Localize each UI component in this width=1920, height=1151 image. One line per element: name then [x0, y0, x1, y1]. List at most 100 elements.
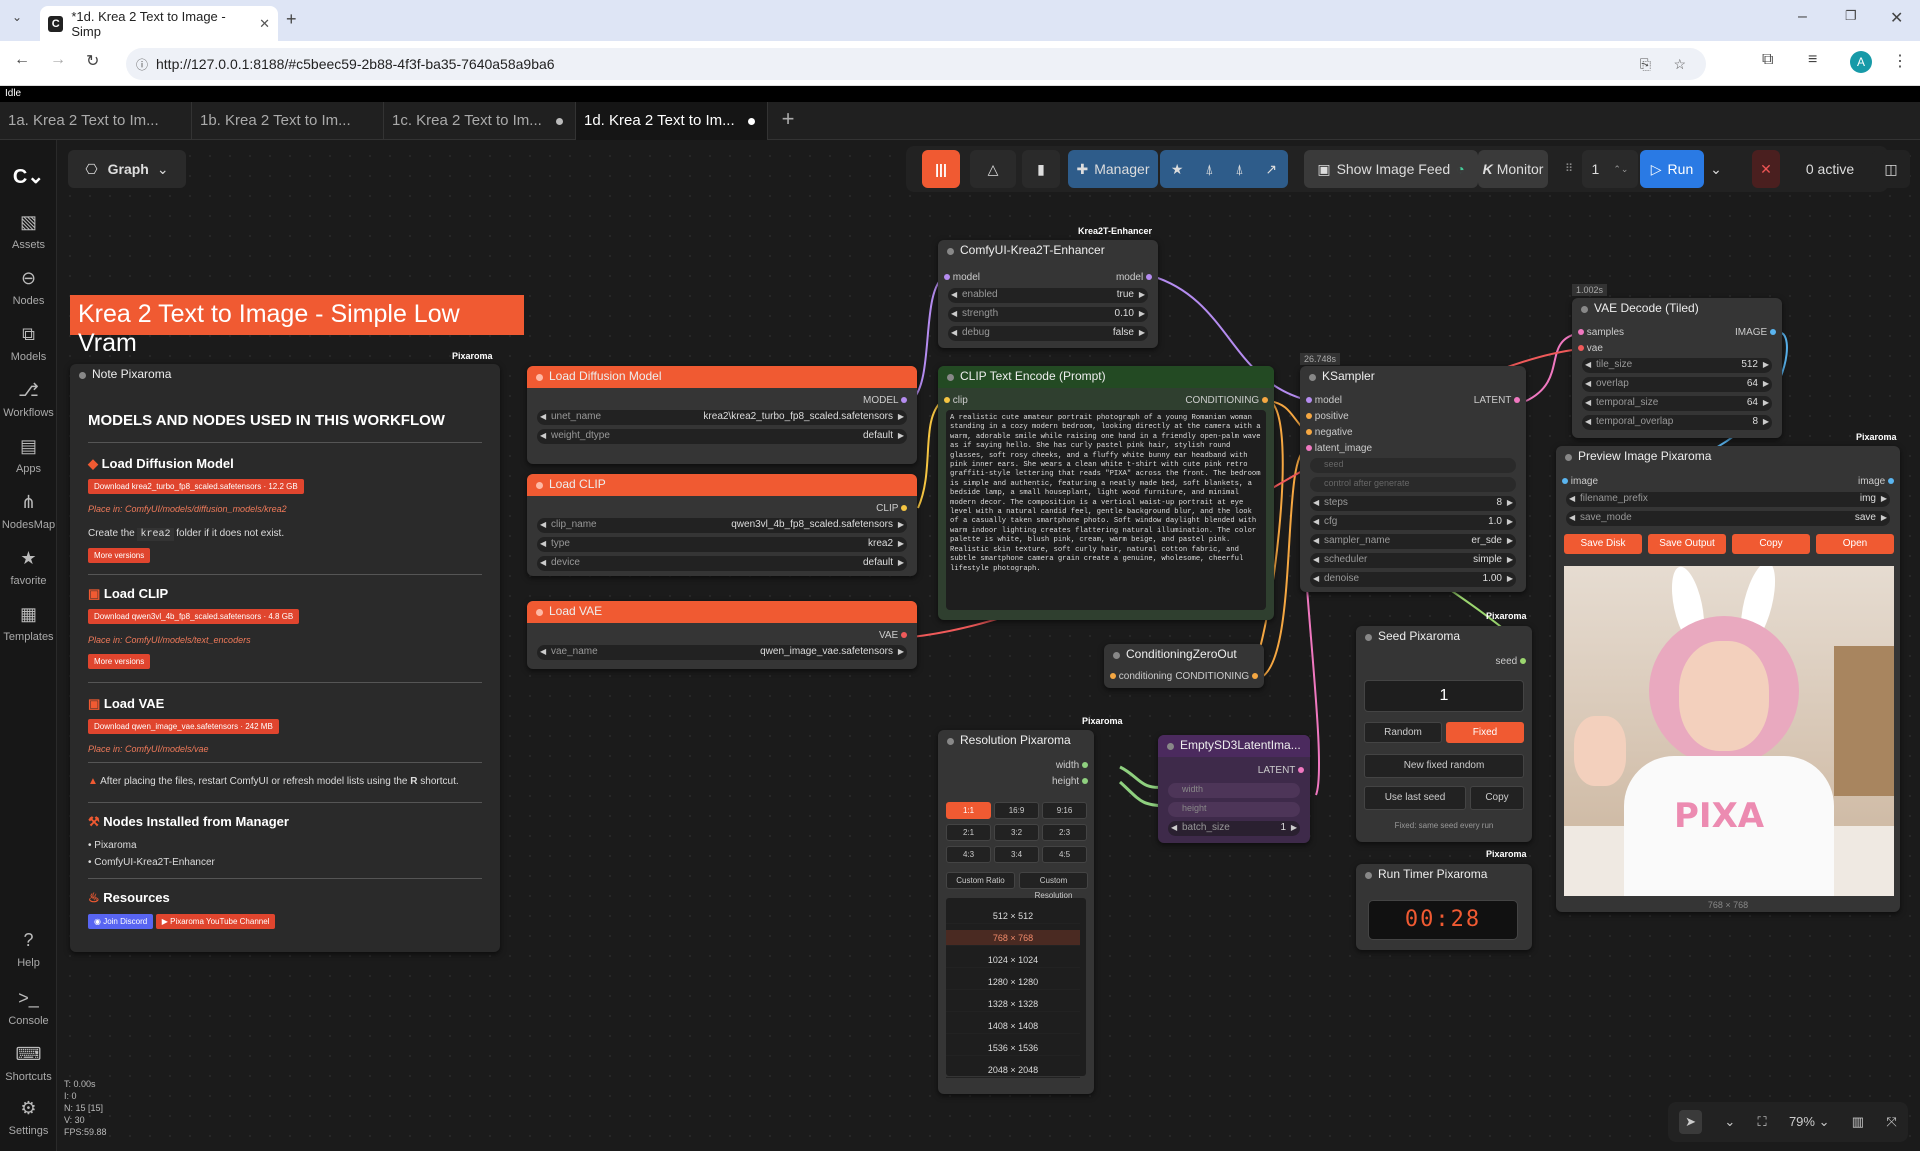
sidebar-help[interactable]: ? Help — [0, 930, 57, 969]
clip-name-widget[interactable]: clip_name qwen3vl_4b_fp8_scaled.safetenso… — [537, 518, 907, 533]
star-icon[interactable]: ★ — [1171, 161, 1184, 178]
sidebar-models[interactable]: ⧉ Models — [0, 324, 57, 363]
reload-icon[interactable]: ↻ — [86, 51, 99, 71]
manager-button[interactable]: ✚ Manager — [1068, 150, 1158, 188]
overlap-widget[interactable]: overlap 64 — [1582, 377, 1772, 392]
ratio-button-active[interactable]: 1:1 — [946, 802, 991, 819]
minimize-icon[interactable]: – — [1798, 8, 1807, 26]
run-options-button[interactable]: ⌄ — [1706, 150, 1726, 188]
resolution-option[interactable]: 1328 × 1328 — [946, 996, 1080, 1012]
media-icon[interactable]: ≡ — [1808, 51, 1817, 69]
denoise-widget[interactable]: denoise 1.00 — [1310, 572, 1516, 587]
ratio-button[interactable]: 2:3 — [1042, 824, 1087, 841]
resolution-node[interactable]: Resolution Pixaroma width height 1:1 16:… — [938, 730, 1094, 1094]
input-port[interactable] — [1578, 345, 1584, 352]
output-port[interactable] — [901, 397, 907, 404]
graph-mode-button[interactable]: ⎔ Graph ⌄ — [68, 150, 186, 188]
new-tab-icon[interactable]: + — [286, 9, 297, 30]
monitor-button[interactable]: K Monitor — [1478, 150, 1548, 188]
output-port[interactable] — [1146, 274, 1152, 281]
new-workflow-icon[interactable]: + — [768, 102, 808, 139]
preview-image-node[interactable]: Preview Image Pixaroma image image filen… — [1556, 446, 1900, 912]
queue-count-input[interactable]: 1 ⌃⌄ — [1582, 150, 1638, 188]
type-widget[interactable]: type krea2 — [537, 537, 907, 552]
device-widget[interactable]: device default — [537, 556, 907, 571]
sidebar-nodes[interactable]: ⊖ Nodes — [0, 268, 57, 307]
run-timer-node[interactable]: Run Timer Pixaroma 00:28 — [1356, 864, 1532, 950]
fixed-button[interactable]: Fixed — [1446, 722, 1524, 743]
browser-tab[interactable]: C *1d. Krea 2 Text to Image - Simp ✕ — [40, 6, 278, 41]
sidebar-assets[interactable]: ▧ Assets — [0, 212, 57, 251]
close-tab-icon[interactable]: ✕ — [259, 16, 270, 32]
more-versions-button[interactable]: More versions — [88, 654, 151, 669]
site-info-icon[interactable]: ⓘ — [136, 56, 148, 73]
unet-name-widget[interactable]: unet_name krea2\krea2_turbo_fp8_scaled.sa… — [537, 410, 907, 425]
show-image-feed-button[interactable]: ▣ Show Image Feed ◔ — [1304, 150, 1478, 188]
ratio-button[interactable]: 4:5 — [1042, 846, 1087, 863]
custom-resolution-button[interactable]: Custom Resolution — [1019, 872, 1088, 900]
empty-sd3-latent-node[interactable]: EmptySD3LatentIma... LATENT width height… — [1158, 735, 1310, 843]
cancel-button[interactable]: ✕ — [1752, 150, 1780, 188]
scheduler-widget[interactable]: scheduler simple — [1310, 553, 1516, 568]
ratio-button[interactable]: 3:2 — [994, 824, 1039, 841]
helmet-alt-icon[interactable]: ⍋ — [1235, 161, 1243, 178]
input-port[interactable] — [944, 274, 950, 281]
close-window-icon[interactable]: ✕ — [1890, 8, 1903, 28]
load-clip-node[interactable]: Load CLIP CLIP clip_name qwen3vl_4b_fp8_s… — [527, 474, 917, 576]
output-port[interactable] — [1888, 478, 1894, 485]
select-tool-icon[interactable]: ➤ — [1679, 1110, 1703, 1134]
copy-seed-button[interactable]: Copy — [1470, 786, 1524, 810]
tab-search-icon[interactable]: ⌄ — [12, 10, 22, 24]
ksampler-node[interactable]: KSampler LATENT model positive negative … — [1300, 366, 1526, 592]
bookmark-star-icon[interactable]: ☆ — [1673, 56, 1686, 73]
output-port[interactable] — [1770, 329, 1776, 336]
drag-handle-icon[interactable]: ⠿ — [1565, 162, 1573, 175]
open-button[interactable]: Open — [1816, 534, 1894, 554]
save-mode-widget[interactable]: save_mode save — [1566, 511, 1890, 526]
resolution-option[interactable]: 1408 × 1408 — [946, 1018, 1080, 1034]
input-port[interactable] — [1578, 329, 1584, 336]
zoom-level[interactable]: 79% ⌄ — [1789, 1114, 1830, 1130]
output-port[interactable] — [1298, 767, 1304, 774]
output-port[interactable] — [1520, 658, 1526, 665]
input-port[interactable] — [944, 397, 950, 404]
forward-icon[interactable]: → — [50, 51, 66, 69]
seed-value-input[interactable]: 1 — [1364, 680, 1524, 712]
workflow-tab[interactable]: 1b. Krea 2 Text to Im... — [192, 102, 384, 140]
chevron-down-icon[interactable]: ⌄ — [1724, 1114, 1735, 1130]
input-port[interactable] — [1306, 445, 1312, 452]
ratio-button[interactable]: 3:4 — [994, 846, 1039, 863]
debug-toggle[interactable]: debug false — [948, 326, 1148, 341]
resolution-option[interactable]: 1024 × 1024 — [946, 952, 1080, 968]
resolution-option[interactable]: 512 × 512 — [946, 908, 1080, 924]
save-output-button[interactable]: Save Output — [1648, 534, 1726, 554]
bookmark-button[interactable]: ▮ — [1022, 150, 1060, 188]
input-port[interactable] — [1306, 413, 1312, 420]
random-button[interactable]: Random — [1364, 722, 1442, 743]
download-link[interactable]: Download qwen_image_vae.safetensors · 24… — [88, 719, 279, 734]
youtube-link[interactable]: ▶ Pixaroma YouTube Channel — [155, 914, 276, 929]
clip-text-encode-node[interactable]: CLIP Text Encode (Prompt) clip CONDITION… — [938, 366, 1274, 620]
input-port[interactable] — [1562, 478, 1568, 485]
workflow-tab[interactable]: 1c. Krea 2 Text to Im... — [384, 102, 576, 140]
comfy-logo-icon[interactable]: C⌄ — [0, 164, 57, 189]
download-link[interactable]: Download qwen3vl_4b_fp8_scaled.safetenso… — [88, 609, 300, 624]
extensions-icon[interactable]: ⧉ — [1762, 51, 1773, 69]
enabled-toggle[interactable]: enabled true — [948, 288, 1148, 303]
workflow-tab[interactable]: 1a. Krea 2 Text to Im... — [0, 102, 192, 140]
toggle-panel-button[interactable]: ◫ — [1872, 150, 1910, 188]
more-versions-button[interactable]: More versions — [88, 548, 151, 563]
save-disk-button[interactable]: Save Disk — [1564, 534, 1642, 554]
vae-name-widget[interactable]: vae_name qwen_image_vae.safetensors — [537, 645, 907, 660]
tile-size-widget[interactable]: tile_size 512 — [1582, 358, 1772, 373]
sampler-name-widget[interactable]: sampler_name er_sde — [1310, 534, 1516, 549]
output-port[interactable] — [901, 632, 907, 639]
helmet-icon[interactable]: ⍋ — [1205, 161, 1213, 178]
restore-icon[interactable]: ❐ — [1845, 8, 1857, 24]
sidebar-nodesmap[interactable]: ⋔ NodesMap — [0, 492, 57, 531]
strength-widget[interactable]: strength 0.10 — [948, 307, 1148, 322]
generated-image[interactable]: PIXA — [1564, 566, 1894, 896]
profile-avatar[interactable]: A — [1850, 51, 1872, 73]
install-app-icon[interactable]: ⎘ — [1640, 56, 1651, 73]
cfg-widget[interactable]: cfg 1.0 — [1310, 515, 1516, 530]
